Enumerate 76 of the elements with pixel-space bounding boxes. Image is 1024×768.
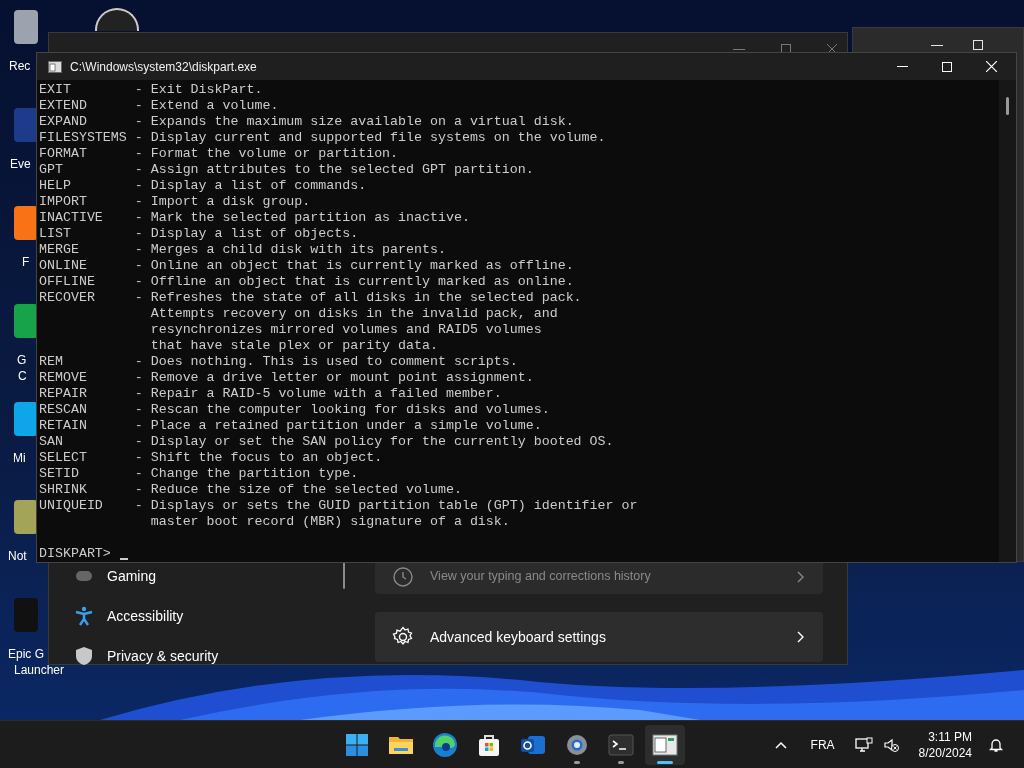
- console-line: SELECT - Shift the focus to an object.: [39, 450, 384, 466]
- console-line: LIST - Display a list of objects.: [39, 226, 360, 242]
- console-line: MERGE - Merges a child disk with its parents.: [39, 242, 447, 258]
- console-line: RETAIN - Place a retained partition under a simple volume.: [39, 418, 543, 434]
- console-window-icon: [652, 733, 678, 756]
- card-description: View your typing and corrections history: [430, 568, 652, 586]
- close-button[interactable]: [986, 61, 997, 72]
- desktop-icon-label[interactable]: F: [22, 254, 30, 270]
- nav-item[interactable]: Gaming: [107, 565, 157, 587]
- console-line: REPAIR - Repair a RAID-5 volume with a failed member.: [39, 386, 503, 402]
- language-indicator[interactable]: FRA: [810, 735, 835, 754]
- console-line: REMOVE - Remove a drive letter or mount point assignment.: [39, 370, 535, 386]
- console-line: that have stale plex or parity data.: [149, 338, 439, 354]
- console-line: EXIT - Exit DiskPart.: [39, 82, 264, 98]
- settings-card[interactable]: Advanced keyboard settings: [375, 612, 823, 662]
- console-line: SHRINK - Reduce the size of the selected volume.: [39, 482, 463, 498]
- browser-icon: [432, 731, 458, 758]
- desktop-icon-label[interactable]: Mi: [13, 450, 26, 466]
- desktop-icon-label[interactable]: Rec: [9, 58, 31, 74]
- accessibility-icon: [75, 606, 93, 626]
- console-line: ONLINE - Online an object that is currently marked as offline.: [39, 258, 575, 274]
- store-bag-icon: [477, 732, 501, 757]
- gamepad-icon: [75, 569, 93, 583]
- console-line: RECOVER - Refreshes the state of all disks in the selected pack.: [39, 290, 583, 306]
- chevron-right-icon: [797, 631, 805, 643]
- terminal-icon: [608, 733, 634, 756]
- console-line: EXTEND - Extend a volume.: [39, 98, 280, 114]
- maximize-button[interactable]: [942, 61, 952, 72]
- scrollbar[interactable]: [999, 80, 1016, 562]
- clock-time[interactable]: 3:11 PM: [928, 728, 972, 745]
- volume-muted-icon[interactable]: [882, 736, 899, 753]
- window-title: C:\Windows\system32\diskpart.exe: [70, 58, 257, 76]
- console-line: OFFLINE - Offline an object that is currently marked as online.: [39, 274, 575, 290]
- console-line: HELP - Display a list of commands.: [39, 178, 368, 194]
- console-line: FORMAT - Format the volume or partition.: [39, 146, 400, 162]
- desktop-app-icon[interactable]: [14, 304, 38, 338]
- minimize-icon[interactable]: [931, 44, 943, 46]
- console-line: GPT - Assign attributes to the selected GPT partition.: [39, 162, 535, 178]
- console-prompt: DISKPART>: [39, 546, 111, 562]
- desktop-icon-label[interactable]: Launcher: [14, 662, 65, 678]
- taskbar-app-button[interactable]: [645, 724, 685, 765]
- console-line: UNIQUEID - Displays or sets the GUID partition table (GPT) identifier or: [39, 498, 639, 514]
- desktop-icon-label[interactable]: G: [17, 352, 27, 368]
- settings-icon: [565, 732, 589, 757]
- console-line: RESCAN - Rescan the computer looking for disks and volumes.: [39, 402, 551, 418]
- clock-date[interactable]: 8/20/2024: [918, 744, 972, 761]
- console-line: Attempts recovery on disks in the invalid pack, and: [149, 306, 559, 322]
- chevron-right-icon: [797, 570, 805, 583]
- console-line: EXPAND - Expands the maximum size available on a virtual disk.: [39, 114, 575, 130]
- desktop-icon-label[interactable]: Eve: [10, 156, 31, 172]
- console-line: REM - Does nothing. This is used to comment scripts.: [39, 354, 519, 370]
- console-line: SETID - Change the partition type.: [39, 466, 360, 482]
- nav-item[interactable]: Accessibility: [107, 605, 184, 627]
- console-line: IMPORT - Import a disk group.: [39, 194, 312, 210]
- history-icon: [392, 565, 414, 588]
- console-line: INACTIVE - Mark the selected partition as inactive.: [39, 210, 471, 226]
- windows-logo-icon: [345, 732, 369, 757]
- desktop-app-icon[interactable]: [95, 8, 139, 31]
- desktop-icon-label[interactable]: C: [18, 368, 27, 384]
- console-line: FILESYSTEMS - Display current and supported file systems on the volume.: [39, 130, 607, 146]
- console-line: SAN - Display or set the SAN policy for the currently booted OS.: [39, 434, 615, 450]
- desktop-icon-label[interactable]: Not: [8, 548, 27, 564]
- shield-icon: [75, 646, 93, 666]
- text-cursor: [119, 558, 128, 560]
- desktop-app-icon[interactable]: [14, 500, 38, 534]
- desktop-icon-label[interactable]: Epic G: [8, 646, 44, 662]
- nav-item[interactable]: Privacy & security: [107, 645, 219, 667]
- desktop-app-icon[interactable]: [14, 206, 38, 240]
- card-title: Advanced keyboard settings: [430, 627, 607, 647]
- console-app-icon: [48, 60, 62, 73]
- desktop-app-icon[interactable]: [14, 402, 38, 436]
- network-icon[interactable]: [854, 736, 873, 753]
- notification-bell-icon[interactable]: [988, 736, 1004, 753]
- console-line: master boot record (MBR) signature of a disk.: [149, 514, 511, 530]
- chevron-up-icon[interactable]: [774, 740, 787, 749]
- console-line: resynchronizes mirrored volumes and RAID5 volumes: [149, 322, 543, 338]
